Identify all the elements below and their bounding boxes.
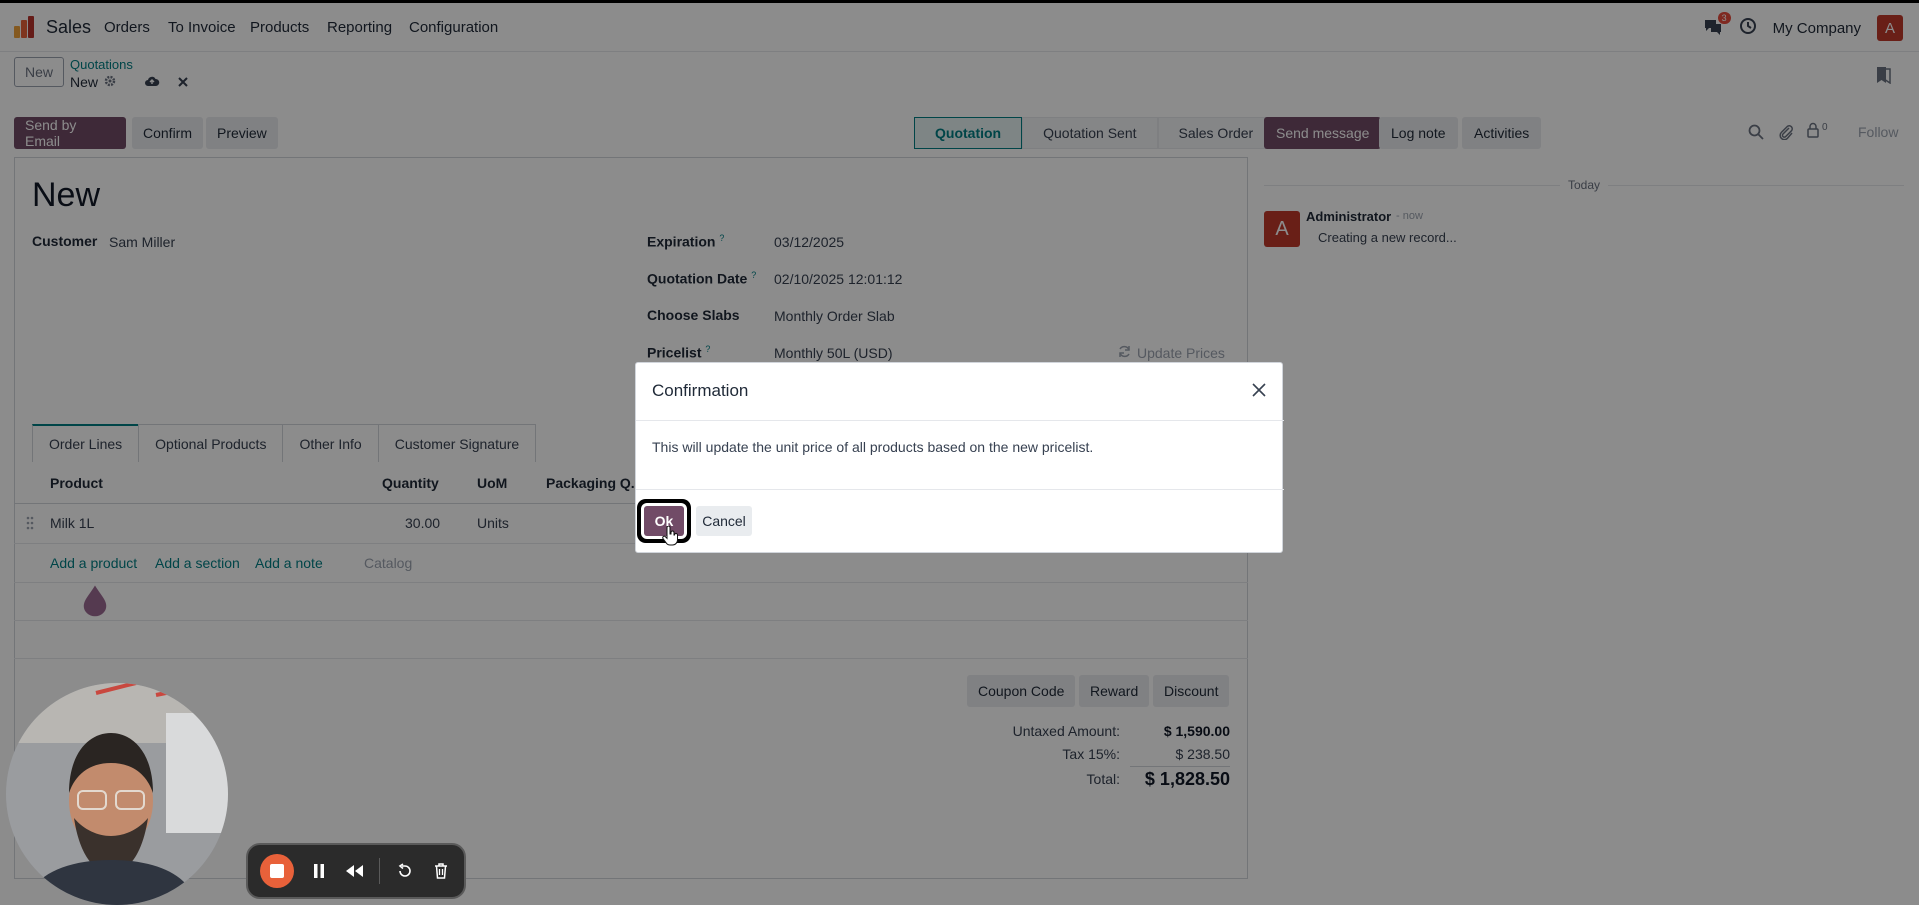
confirmation-dialog: Confirmation This will update the unit p… xyxy=(635,362,1284,554)
stop-recording-button[interactable] xyxy=(260,854,294,888)
restart-icon[interactable] xyxy=(394,860,416,882)
webcam-preview[interactable] xyxy=(6,683,228,905)
dialog-footer: Ok Cancel xyxy=(636,489,1284,554)
dialog-message: This will update the unit price of all p… xyxy=(652,439,1094,455)
dialog-header: Confirmation xyxy=(636,363,1284,421)
pause-icon[interactable] xyxy=(308,860,330,882)
webcam-person-image xyxy=(6,683,228,905)
dialog-title: Confirmation xyxy=(652,381,749,400)
recording-toolbar xyxy=(246,843,466,899)
close-icon[interactable] xyxy=(1248,379,1270,401)
toolbar-divider xyxy=(379,858,381,884)
cancel-button[interactable]: Cancel xyxy=(696,506,752,536)
rewind-icon[interactable] xyxy=(344,860,366,882)
trash-icon[interactable] xyxy=(430,860,452,882)
hand-pointer-icon xyxy=(662,526,678,546)
